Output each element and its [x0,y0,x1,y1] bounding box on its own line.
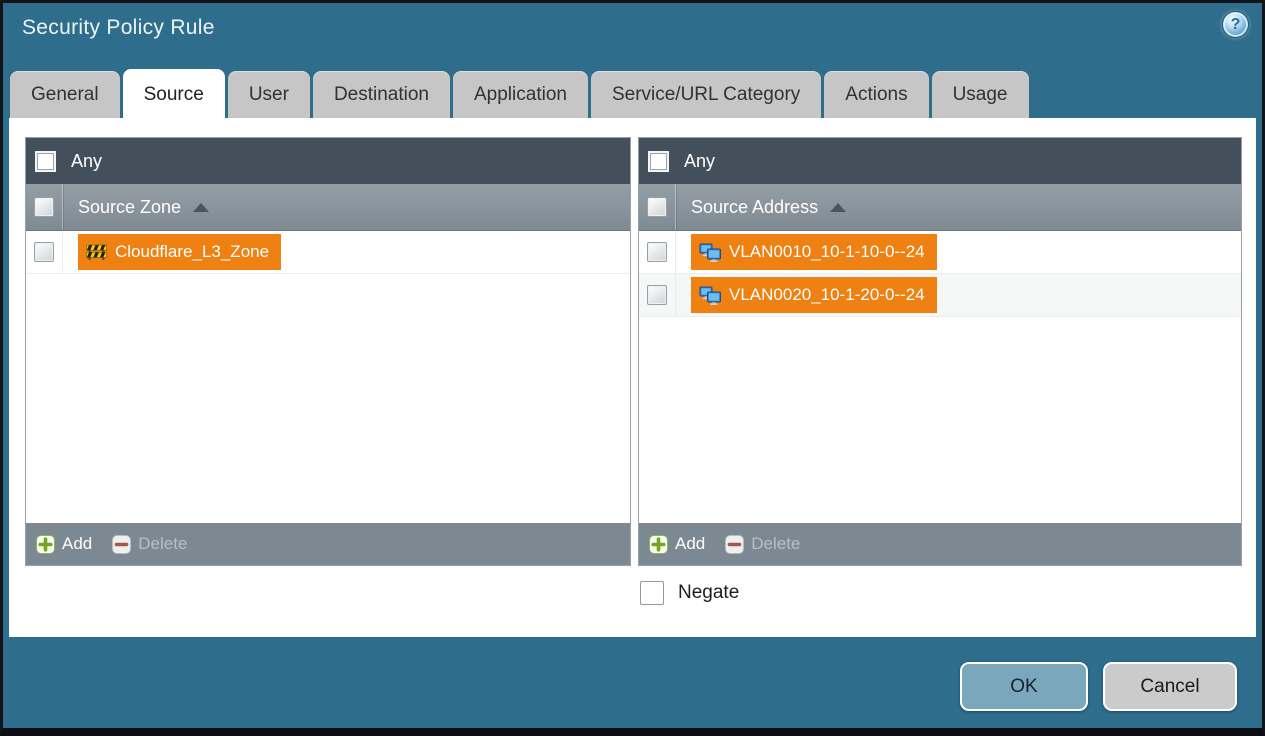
source-address-select-all-checkbox[interactable] [647,197,667,217]
help-icon[interactable]: ? [1222,11,1249,38]
sort-asc-icon[interactable] [193,202,210,212]
tab-usage[interactable]: Usage [931,71,1029,118]
source-address-row[interactable]: VLAN0020_10-1-20-0--24 [639,274,1241,317]
negate-label: Negate [678,582,740,603]
tab-user[interactable]: User [227,71,310,118]
source-zone-add-button[interactable]: Add [36,534,92,554]
source-zone-panel: Any Source Zone Cloudflare_L3_Zone Add D… [25,137,631,566]
security-policy-rule-dialog: Security Policy Rule ? General Source Us… [0,0,1265,736]
source-address-footer: Add Delete [639,523,1241,565]
source-address-column-header: Source Address [639,184,1241,231]
source-zone-any-checkbox[interactable] [35,150,56,172]
tab-source[interactable]: Source [122,69,225,124]
source-address-add-button[interactable]: Add [649,534,705,554]
source-address-any-label: Any [684,150,716,171]
delete-label: Delete [751,534,801,553]
source-zone-select-all-checkbox[interactable] [34,197,54,217]
sort-asc-icon[interactable] [830,202,847,212]
source-zone-row-checkbox[interactable] [34,242,54,262]
source-address-row-checkbox[interactable] [647,285,667,305]
source-address-any-checkbox[interactable] [648,150,669,172]
tab-general[interactable]: General [10,71,120,118]
source-address-row-label: VLAN0010_10-1-10-0--24 [729,242,925,261]
tab-content: Any Source Zone Cloudflare_L3_Zone Add D… [9,118,1256,637]
title-bar: Security Policy Rule ? [3,3,1262,61]
source-zone-list: Cloudflare_L3_Zone [26,231,630,523]
zone-icon [86,244,107,260]
plus-icon [649,534,668,554]
source-zone-column-label[interactable]: Source Zone [78,197,181,218]
source-zone-row[interactable]: Cloudflare_L3_Zone [26,231,630,274]
source-zone-any-label: Any [71,150,103,171]
source-zone-any-bar: Any [26,138,630,184]
cancel-button[interactable]: Cancel [1103,662,1237,711]
source-address-list: VLAN0010_10-1-10-0--24 VLAN0020_10-1-20-… [639,231,1241,523]
negate-option: Negate [640,581,739,605]
address-icon [699,286,721,305]
ok-button[interactable]: OK [960,662,1088,711]
tab-bar: General Source User Destination Applicat… [10,63,1029,124]
source-zone-row-label: Cloudflare_L3_Zone [115,242,270,261]
source-address-column-label[interactable]: Source Address [691,197,818,218]
source-address-row-checkbox[interactable] [647,242,667,262]
minus-icon [112,534,132,554]
add-label: Add [62,534,93,553]
add-label: Add [675,534,706,553]
address-icon [699,243,721,262]
source-zone-footer: Add Delete [26,523,630,565]
tab-application[interactable]: Application [453,71,588,118]
source-zone-column-header: Source Zone [26,184,630,231]
source-address-row-label: VLAN0020_10-1-20-0--24 [729,285,925,304]
dialog-title: Security Policy Rule [22,16,215,39]
minus-icon [725,534,745,554]
delete-label: Delete [138,534,188,553]
tab-actions[interactable]: Actions [824,71,929,118]
source-address-panel: Any Source Address VLAN0010_10-1-10-0--2… [638,137,1242,566]
tab-service-url-category[interactable]: Service/URL Category [590,71,822,118]
source-address-row[interactable]: VLAN0010_10-1-10-0--24 [639,231,1241,274]
help-glyph: ? [1230,15,1241,33]
tab-destination[interactable]: Destination [312,71,450,118]
negate-checkbox[interactable] [640,581,664,605]
source-address-delete-button[interactable]: Delete [725,534,800,554]
source-address-any-bar: Any [639,138,1241,184]
source-zone-delete-button[interactable]: Delete [112,534,187,554]
plus-icon [36,534,55,554]
